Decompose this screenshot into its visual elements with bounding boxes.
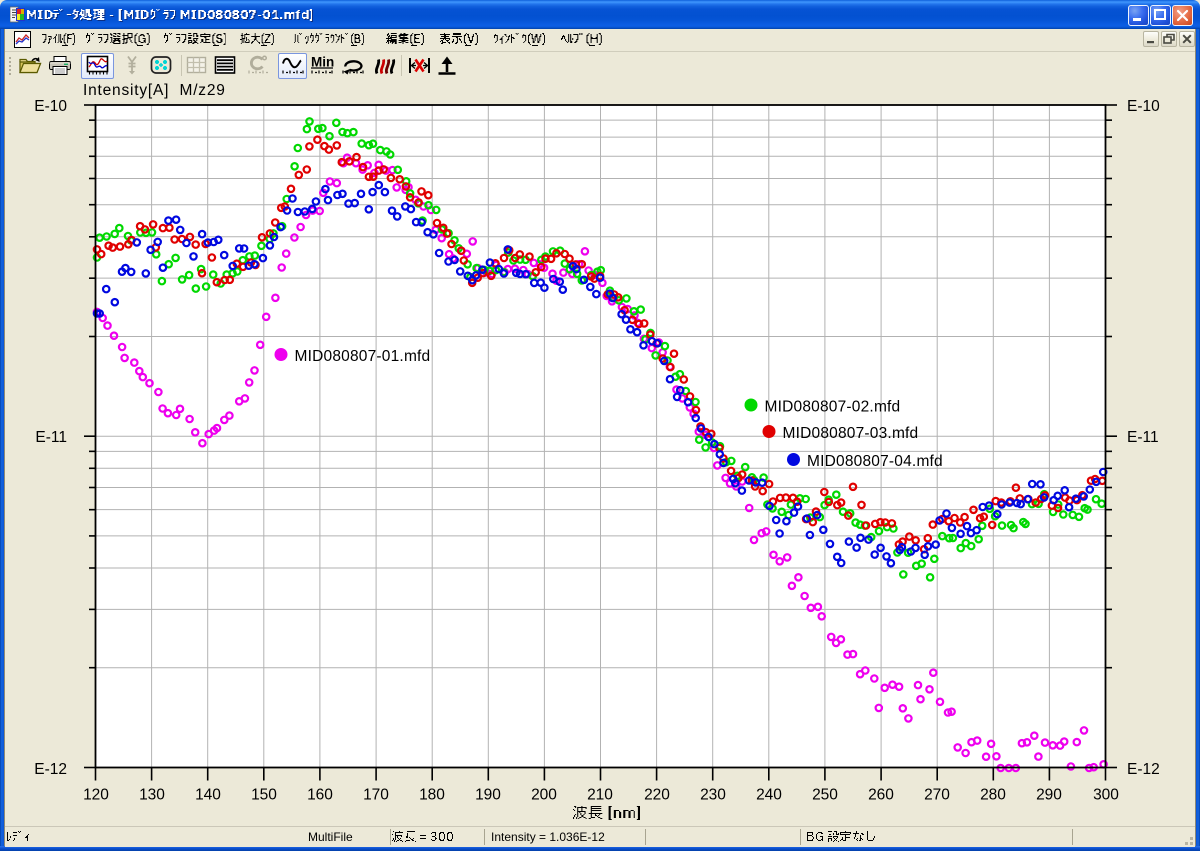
svg-text:220: 220 xyxy=(644,787,670,804)
svg-text:E-11: E-11 xyxy=(1127,429,1159,446)
svg-text:270: 270 xyxy=(924,787,950,804)
svg-text:E-12: E-12 xyxy=(1127,761,1160,778)
svg-text:MID080807-04.mfd: MID080807-04.mfd xyxy=(807,453,943,470)
svg-text:MID080807-01.mfd: MID080807-01.mfd xyxy=(295,348,431,365)
svg-text:300: 300 xyxy=(1093,787,1119,804)
svg-text:E-11: E-11 xyxy=(35,429,67,446)
svg-text:240: 240 xyxy=(756,787,782,804)
svg-text:150: 150 xyxy=(251,787,277,804)
svg-text:200: 200 xyxy=(531,787,557,804)
svg-text:250: 250 xyxy=(812,787,838,804)
svg-text:170: 170 xyxy=(363,787,389,804)
svg-text:MID080807-02.mfd: MID080807-02.mfd xyxy=(765,399,901,416)
svg-text:210: 210 xyxy=(587,787,613,804)
svg-text:180: 180 xyxy=(419,787,445,804)
svg-text:Min: Min xyxy=(311,55,334,70)
svg-text:130: 130 xyxy=(139,787,165,804)
svg-text:280: 280 xyxy=(980,787,1006,804)
svg-text:E-12: E-12 xyxy=(34,761,67,778)
svg-text:Intensity[A] M/z29: Intensity[A] M/z29 xyxy=(83,82,226,99)
svg-text:290: 290 xyxy=(1036,787,1062,804)
svg-text:260: 260 xyxy=(868,787,894,804)
svg-text:120: 120 xyxy=(83,787,109,804)
svg-text:140: 140 xyxy=(195,787,221,804)
svg-text:E-10: E-10 xyxy=(1127,98,1160,115)
svg-text:230: 230 xyxy=(700,787,726,804)
svg-text:190: 190 xyxy=(475,787,501,804)
svg-text:E-10: E-10 xyxy=(34,98,67,115)
svg-text:160: 160 xyxy=(307,787,333,804)
svg-text:MID080807-03.mfd: MID080807-03.mfd xyxy=(783,425,919,442)
